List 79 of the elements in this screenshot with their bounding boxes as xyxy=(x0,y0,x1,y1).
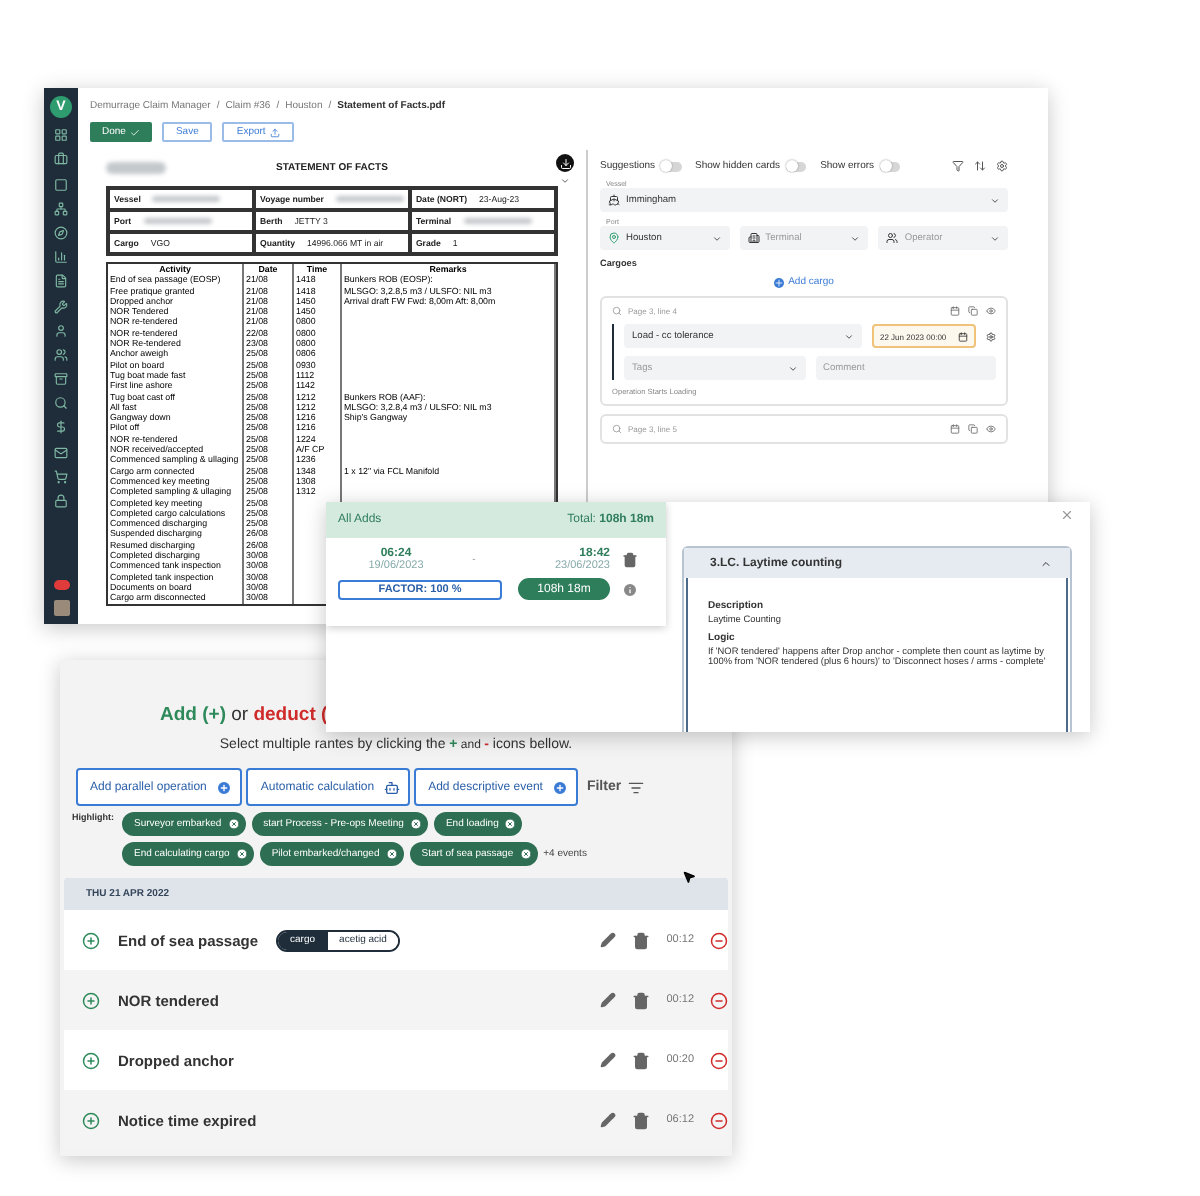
robot-icon xyxy=(384,779,401,795)
plus-circle-icon xyxy=(552,779,569,795)
filter-icon[interactable] xyxy=(952,160,964,172)
filter-icon xyxy=(627,779,644,795)
user-icon[interactable] xyxy=(54,323,68,338)
chevron-down-icon[interactable] xyxy=(560,176,570,186)
delete-icon[interactable] xyxy=(632,1051,651,1069)
eye-icon[interactable] xyxy=(986,424,996,434)
add-icon[interactable] xyxy=(82,991,100,1009)
calendar-icon xyxy=(958,331,968,341)
dollar-icon[interactable] xyxy=(54,420,68,435)
copy-icon[interactable] xyxy=(968,424,978,434)
users-icon[interactable] xyxy=(54,347,68,362)
upload-icon xyxy=(269,127,280,137)
check-icon xyxy=(129,127,140,137)
chevron-down-icon xyxy=(711,233,722,243)
edit-icon[interactable] xyxy=(600,1052,617,1068)
compass-icon[interactable] xyxy=(54,225,68,240)
building-icon xyxy=(747,232,760,244)
bar-chart-icon[interactable] xyxy=(54,250,68,265)
grid-icon[interactable] xyxy=(54,128,68,143)
delete-icon[interactable] xyxy=(632,931,651,949)
mail-icon[interactable] xyxy=(54,445,68,460)
toggle-switch[interactable] xyxy=(786,161,807,171)
download-button[interactable] xyxy=(556,154,574,172)
avatar[interactable] xyxy=(53,600,69,616)
calendar-icon[interactable] xyxy=(950,424,960,434)
remove-icon xyxy=(385,848,398,860)
map-pin-icon xyxy=(608,232,620,244)
network-icon[interactable] xyxy=(54,201,68,216)
deduct-icon[interactable] xyxy=(710,931,728,949)
chevron-down-icon xyxy=(990,233,1001,243)
remove-icon xyxy=(504,818,517,830)
settings-icon[interactable] xyxy=(986,331,996,341)
square-icon[interactable] xyxy=(54,177,68,192)
briefcase-icon[interactable] xyxy=(54,152,68,167)
remove-icon xyxy=(409,818,422,830)
chevron-down-icon xyxy=(850,233,861,243)
add-icon[interactable] xyxy=(82,1051,100,1069)
calendar-icon[interactable] xyxy=(950,306,960,316)
delete-icon[interactable] xyxy=(632,1111,651,1129)
copy-icon[interactable] xyxy=(968,306,978,316)
toggle-switch[interactable] xyxy=(661,161,682,171)
chevron-down-icon xyxy=(844,331,854,341)
cursor-icon xyxy=(682,870,696,884)
add-icon[interactable] xyxy=(82,1111,100,1129)
remove-icon xyxy=(227,818,240,830)
notification-badge xyxy=(53,579,69,590)
document-icon[interactable] xyxy=(54,274,68,289)
delete-icon[interactable] xyxy=(622,552,638,568)
redacted-logo xyxy=(106,162,166,174)
edit-icon[interactable] xyxy=(600,992,617,1008)
sort-icon[interactable] xyxy=(974,160,986,172)
edit-icon[interactable] xyxy=(600,932,617,948)
deduct-icon[interactable] xyxy=(710,1111,728,1129)
archive-icon[interactable] xyxy=(54,372,68,387)
info-icon[interactable] xyxy=(622,581,638,597)
ship-icon xyxy=(608,194,620,206)
people-icon xyxy=(886,232,899,244)
wrench-icon[interactable] xyxy=(54,299,68,313)
plus-circle-icon xyxy=(216,779,233,795)
cart-icon[interactable] xyxy=(54,469,68,484)
settings-icon[interactable] xyxy=(996,160,1008,172)
chevron-down-icon xyxy=(787,363,797,373)
deduct-icon[interactable] xyxy=(710,991,728,1009)
chevron-up-icon xyxy=(1040,557,1052,569)
plus-icon xyxy=(774,277,785,287)
eye-icon[interactable] xyxy=(986,306,996,316)
add-icon[interactable] xyxy=(82,931,100,949)
delete-icon[interactable] xyxy=(632,991,651,1009)
remove-icon xyxy=(235,848,248,860)
toggle-switch[interactable] xyxy=(880,161,901,171)
search-icon[interactable] xyxy=(54,396,68,411)
edit-icon[interactable] xyxy=(600,1112,617,1128)
remove-icon xyxy=(519,848,532,860)
lock-icon[interactable] xyxy=(54,494,68,508)
chevron-down-icon xyxy=(990,195,1000,205)
close-button[interactable] xyxy=(1060,508,1074,522)
deduct-icon[interactable] xyxy=(710,1051,728,1069)
